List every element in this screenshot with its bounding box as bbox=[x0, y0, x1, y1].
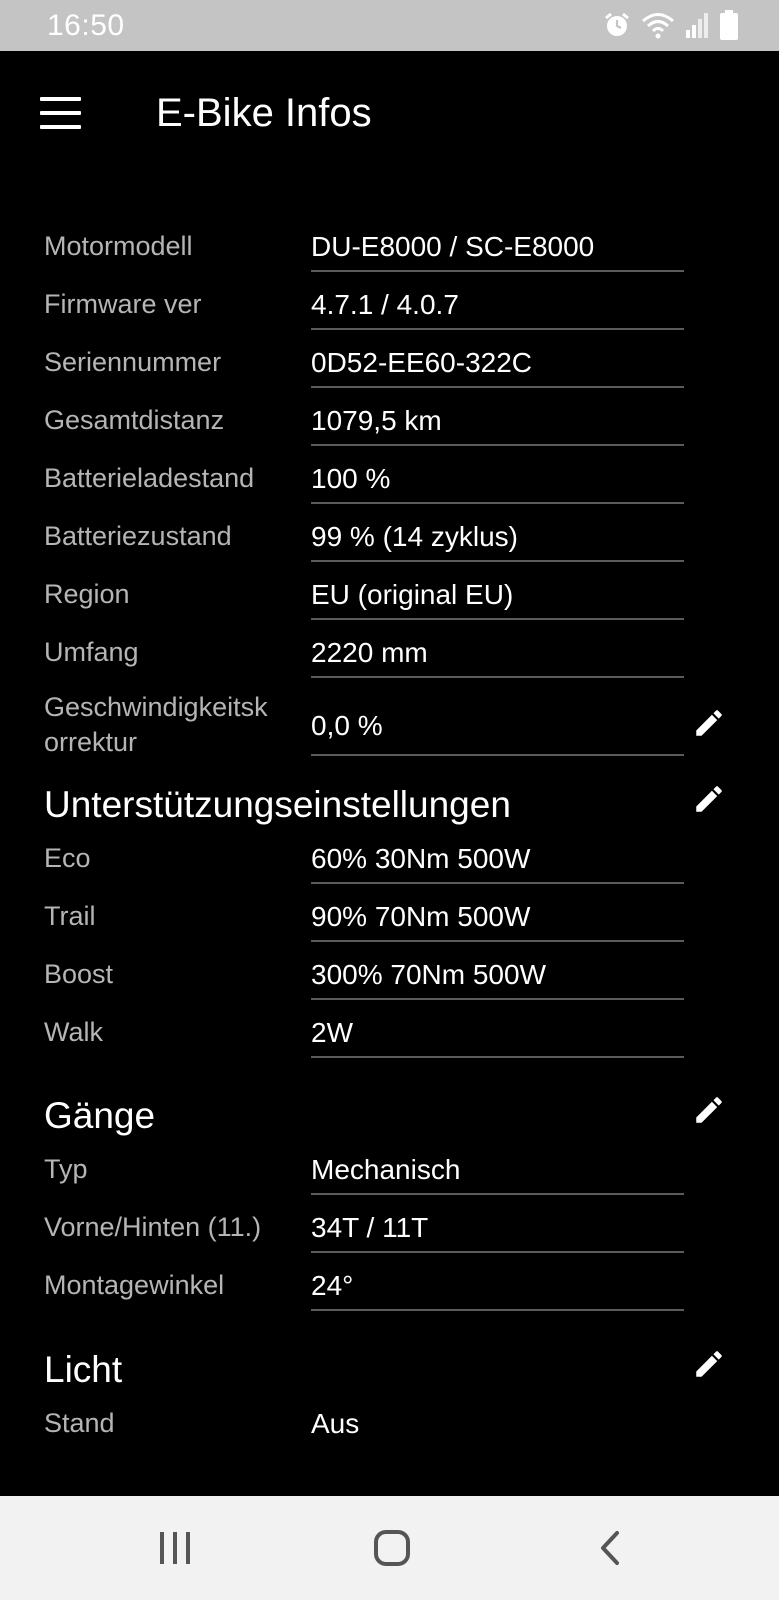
section-title-light: Licht bbox=[44, 1349, 123, 1390]
info-value: 2220 mm bbox=[311, 635, 684, 678]
assist-label: Eco bbox=[44, 843, 91, 873]
pencil-icon bbox=[696, 1351, 722, 1377]
gears-value: 24° bbox=[311, 1268, 684, 1311]
edit-speed-correction-button[interactable] bbox=[692, 706, 726, 740]
back-button[interactable] bbox=[555, 1496, 665, 1600]
assist-value: 60% 30Nm 500W bbox=[311, 841, 684, 884]
info-label: Firmware ver bbox=[44, 289, 202, 319]
system-nav-bar bbox=[0, 1496, 779, 1600]
back-icon bbox=[601, 1531, 619, 1565]
info-label: Umfang bbox=[44, 637, 139, 667]
info-label: Gesamtdistanz bbox=[44, 405, 225, 435]
speed-correction-label-line2: orrektur bbox=[44, 727, 138, 757]
home-button[interactable] bbox=[337, 1496, 447, 1600]
gears-value: Mechanisch bbox=[311, 1152, 684, 1195]
status-bar: 16:50 bbox=[0, 0, 779, 51]
status-icons bbox=[603, 10, 739, 40]
status-time: 16:50 bbox=[47, 9, 125, 42]
section-title-assist: Unterstützungseinstellungen bbox=[44, 784, 511, 825]
wifi-icon bbox=[641, 11, 675, 39]
info-value: 0D52-EE60-322C bbox=[311, 345, 684, 388]
info-value: 4.7.1 / 4.0.7 bbox=[311, 287, 684, 330]
home-icon bbox=[374, 1530, 410, 1566]
assist-value: 90% 70Nm 500W bbox=[311, 899, 684, 942]
assist-label: Trail bbox=[44, 901, 96, 931]
gears-label: Typ bbox=[44, 1154, 88, 1184]
speed-correction-label-line1: Geschwindigkeitsk bbox=[44, 692, 268, 722]
pencil-icon bbox=[696, 710, 722, 736]
app-bar: E-Bike Infos bbox=[0, 51, 779, 175]
assist-value: 300% 70Nm 500W bbox=[311, 957, 684, 1000]
recent-apps-button[interactable] bbox=[120, 1496, 230, 1600]
assist-label: Walk bbox=[44, 1017, 103, 1047]
info-label: Region bbox=[44, 579, 130, 609]
recent-apps-icon bbox=[160, 1532, 190, 1564]
gears-label: Montagewinkel bbox=[44, 1270, 225, 1300]
info-label: Batterieladestand bbox=[44, 463, 255, 493]
info-value: EU (original EU) bbox=[311, 577, 684, 620]
info-label: Batteriezustand bbox=[44, 521, 232, 551]
light-value: Aus bbox=[311, 1408, 360, 1439]
speed-correction-label: Geschwindigkeitsk orrektur bbox=[44, 690, 268, 760]
pencil-icon bbox=[696, 786, 722, 812]
edit-assist-button[interactable] bbox=[692, 782, 726, 816]
section-title-gears: Gänge bbox=[44, 1095, 156, 1136]
light-label: Stand bbox=[44, 1408, 115, 1438]
edit-light-button[interactable] bbox=[692, 1347, 726, 1381]
gears-value: 34T / 11T bbox=[311, 1210, 684, 1253]
pencil-icon bbox=[696, 1097, 722, 1123]
hamburger-menu-icon[interactable] bbox=[40, 97, 82, 129]
info-label: Seriennummer bbox=[44, 347, 222, 377]
page-title: E-Bike Infos bbox=[156, 91, 372, 135]
info-label: Motormodell bbox=[44, 231, 193, 261]
alarm-icon bbox=[603, 11, 631, 39]
battery-icon bbox=[719, 10, 739, 40]
signal-icon bbox=[685, 12, 709, 38]
info-value: DU-E8000 / SC-E8000 bbox=[311, 229, 684, 272]
assist-label: Boost bbox=[44, 959, 114, 989]
info-value: 1079,5 km bbox=[311, 403, 684, 446]
assist-value: 2W bbox=[311, 1015, 684, 1058]
info-value: 99 % (14 zyklus) bbox=[311, 519, 684, 562]
speed-correction-value: 0,0 % bbox=[311, 708, 684, 756]
info-value: 100 % bbox=[311, 461, 684, 504]
gears-label: Vorne/Hinten (11.) bbox=[44, 1212, 262, 1242]
edit-gears-button[interactable] bbox=[692, 1093, 726, 1127]
